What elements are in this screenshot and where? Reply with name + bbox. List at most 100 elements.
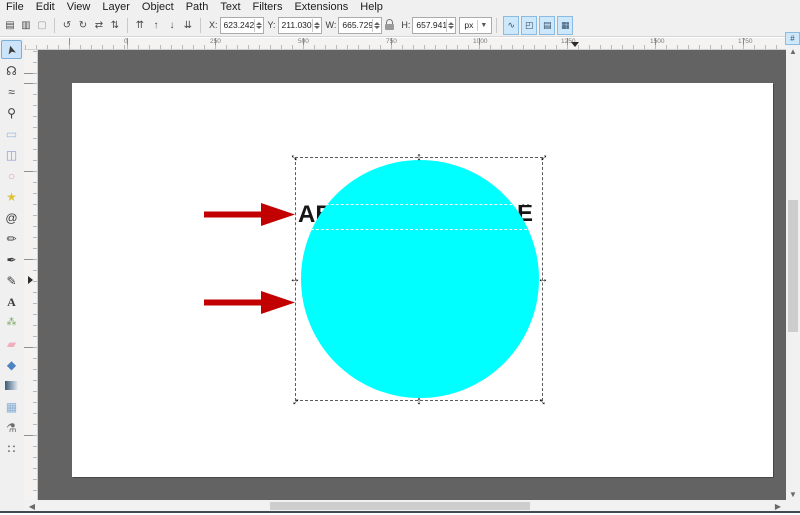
toolbar-separator [200, 17, 201, 33]
ruler-label: 1500 [650, 38, 665, 45]
tweak-icon: ≈ [8, 84, 15, 99]
y-field[interactable]: 211.030 [277, 16, 322, 34]
inkscape-window: File Edit View Layer Object Path Text Fi… [0, 0, 800, 515]
flip-horizontal-button[interactable]: ⇄ [91, 15, 107, 35]
menu-extensions[interactable]: Extensions [288, 0, 354, 14]
w-field-value[interactable]: 665.729 [339, 20, 373, 30]
tool-connector[interactable]: ∷ [1, 439, 22, 458]
connector-icon: ∷ [7, 441, 16, 456]
gradient-icon [5, 381, 18, 390]
deselect-icon: ▢ [37, 19, 47, 31]
lock-ratio-icon[interactable] [384, 19, 395, 31]
tool-calligraphy[interactable]: ✎ [1, 271, 22, 290]
scale-handle-right[interactable] [537, 273, 549, 285]
lower-button[interactable]: ↓ [164, 15, 180, 35]
y-field-label: Y: [267, 20, 276, 30]
tool-text[interactable]: A [1, 292, 22, 311]
tool-spiral[interactable]: @ [1, 208, 22, 227]
h-field[interactable]: 657.941 [412, 16, 457, 34]
menu-object[interactable]: Object [136, 0, 180, 14]
deselect-button[interactable]: ▢ [34, 15, 50, 35]
tool-ellipse[interactable]: ○ [1, 166, 22, 185]
selector-icon: ➤ [3, 42, 20, 57]
menu-text[interactable]: Text [214, 0, 246, 14]
lower-to-bottom-button[interactable]: ⇊ [180, 15, 196, 35]
text-selection-box [296, 204, 537, 230]
horizontal-ruler[interactable]: 0 250 500 750 1000 1250 1500 1750 [24, 38, 786, 50]
toolbar-separator [54, 17, 55, 33]
h-field-label: H: [401, 20, 411, 30]
ruler-label: 250 [210, 38, 221, 45]
tool-pencil[interactable]: ✏ [1, 229, 22, 248]
scroll-down-icon[interactable]: ▼ [786, 488, 800, 500]
scale-handle-top[interactable] [413, 151, 425, 163]
ellipse-icon: ○ [7, 168, 16, 183]
lower-to-bottom-icon: ⇊ [183, 19, 193, 31]
tool-star[interactable]: ★ [1, 187, 22, 206]
raise-to-top-icon: ⇈ [135, 19, 145, 31]
flip-horizontal-icon: ⇄ [94, 19, 104, 31]
vertical-ruler[interactable] [24, 50, 38, 500]
raise-to-top-button[interactable]: ⇈ [132, 15, 148, 35]
tool-paint-bucket[interactable]: ◆ [1, 355, 22, 374]
menu-filters[interactable]: Filters [247, 0, 289, 14]
tool-mesh[interactable]: ▦ [1, 397, 22, 416]
tool-zoom[interactable]: ⚲ [1, 103, 22, 122]
vertical-scrollbar-thumb[interactable] [788, 200, 798, 332]
toolbar-separator [496, 17, 498, 33]
tool-spray[interactable]: ⁂ [1, 313, 22, 332]
move-gradients-toggle[interactable]: ▤ [539, 15, 556, 35]
cursor-position-marker [571, 42, 579, 47]
tool-dropper[interactable]: ⚗ [1, 418, 22, 437]
rotate-cw-button[interactable]: ↻ [75, 15, 91, 35]
pencil-icon: ✏ [6, 231, 17, 246]
raise-button[interactable]: ↑ [148, 15, 164, 35]
menu-layer[interactable]: Layer [96, 0, 136, 14]
x-field[interactable]: 623.242 [219, 16, 264, 34]
menu-help[interactable]: Help [354, 0, 389, 14]
rotate-ccw-icon: ↺ [62, 19, 72, 31]
canvas[interactable]: AB E [38, 50, 786, 500]
h-field-value[interactable]: 657.941 [413, 20, 447, 30]
x-field-value[interactable]: 623.242 [221, 20, 255, 30]
paint-bucket-icon: ◆ [6, 357, 17, 372]
menu-file[interactable]: File [0, 0, 30, 14]
move-patterns-toggle[interactable]: ▦ [557, 15, 574, 35]
cursor-position-marker [28, 276, 33, 284]
y-spinner[interactable] [311, 18, 321, 32]
menu-path[interactable]: Path [180, 0, 215, 14]
tool-selector[interactable]: ➤ [1, 40, 22, 59]
w-field[interactable]: 665.729 [338, 16, 383, 34]
flip-vertical-button[interactable]: ⇅ [107, 15, 123, 35]
tool-rectangle[interactable]: ▭ [1, 124, 22, 143]
w-spinner[interactable] [372, 18, 381, 32]
tool-eraser[interactable]: ▰ [1, 334, 22, 353]
scale-handle-left[interactable] [289, 273, 301, 285]
menu-view[interactable]: View [61, 0, 97, 14]
units-dropdown[interactable]: px ▼ [459, 16, 493, 34]
zoom-icon: ⚲ [7, 105, 16, 120]
tool-bezier-pen[interactable]: ✒ [1, 250, 22, 269]
scale-stroke-toggle[interactable]: ∿ [503, 15, 520, 35]
tool-3d-box[interactable]: ◫ [1, 145, 22, 164]
box-3d-icon: ◫ [5, 147, 18, 162]
snap-toolbar-button[interactable]: # [785, 32, 800, 45]
scroll-up-icon[interactable]: ▲ [786, 45, 800, 57]
node-editor-icon: ☊ [6, 63, 17, 78]
horizontal-scrollbar-thumb[interactable] [270, 502, 530, 510]
tool-tweak[interactable]: ≈ [1, 82, 22, 101]
scale-corners-toggle[interactable]: ◰ [521, 15, 538, 35]
annotation-arrow [204, 203, 295, 226]
x-spinner[interactable] [253, 18, 263, 32]
scale-handle-bottom[interactable] [413, 395, 425, 407]
vertical-scrollbar[interactable]: ▲ ▼ [786, 45, 800, 500]
tool-node-editor[interactable]: ☊ [1, 61, 22, 80]
h-spinner[interactable] [446, 18, 455, 32]
y-field-value[interactable]: 211.030 [279, 20, 312, 30]
menu-edit[interactable]: Edit [30, 0, 61, 14]
tool-gradient[interactable] [1, 376, 22, 395]
rotate-ccw-button[interactable]: ↺ [59, 15, 75, 35]
select-all-layers-button[interactable]: ▥ [18, 15, 34, 35]
dropper-icon: ⚗ [6, 420, 17, 435]
select-all-button[interactable]: ▤ [2, 15, 18, 35]
